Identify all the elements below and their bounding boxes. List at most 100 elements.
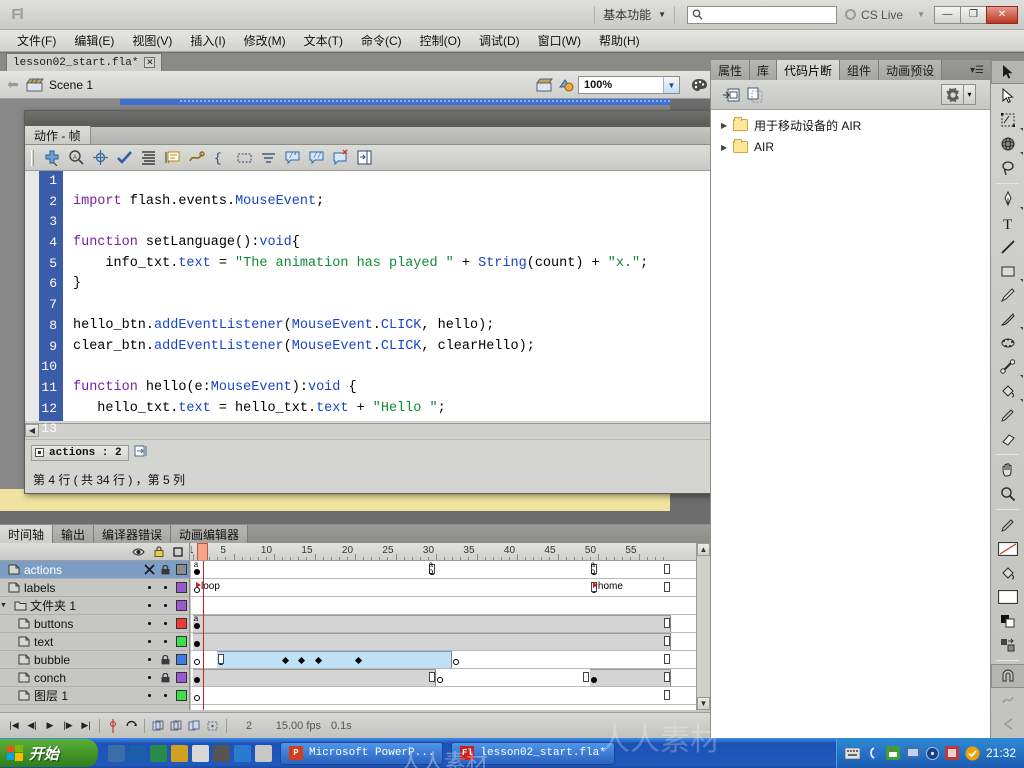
eraser-tool-icon[interactable]: [991, 427, 1024, 451]
pen-tool-icon[interactable]: [991, 187, 1024, 211]
right-dock-tab-0[interactable]: 属性: [711, 60, 751, 80]
end-frame-marker[interactable]: [663, 582, 670, 592]
selected-object-band[interactable]: [120, 99, 670, 105]
frame-rate-indicator[interactable]: 15.00 fps: [267, 720, 321, 732]
edit-scene-icon[interactable]: [534, 75, 556, 95]
tool-more-arrow-icon[interactable]: [1020, 207, 1023, 210]
show-code-hint-icon[interactable]: [160, 147, 184, 169]
rectangle-tool-icon[interactable]: [991, 259, 1024, 283]
frame-row-labels[interactable]: loop home: [191, 579, 696, 597]
layer-visible-toggle[interactable]: [141, 694, 157, 697]
toolbar-grip[interactable]: [31, 149, 34, 166]
layer-outline-color-swatch[interactable]: [173, 636, 189, 647]
back-arrow-icon[interactable]: ⬅: [0, 76, 26, 93]
timeline-tab-1[interactable]: 输出: [53, 525, 95, 543]
keyboard-icon[interactable]: [844, 747, 860, 759]
layer-name[interactable]: actions: [22, 563, 141, 577]
keyframe-marker[interactable]: [194, 677, 200, 683]
layer-locked-icon[interactable]: [157, 654, 173, 665]
camera-icon[interactable]: [213, 744, 230, 762]
frame-row-bubble[interactable]: [191, 651, 696, 669]
layer-outline-color-swatch[interactable]: [173, 672, 189, 683]
play-button[interactable]: ▶: [42, 717, 58, 735]
apply-line-comment-icon[interactable]: //: [304, 147, 328, 169]
frame-span[interactable]: [193, 633, 671, 650]
layer-locked-icon[interactable]: [157, 672, 173, 683]
layer-row-text[interactable]: text: [0, 633, 189, 651]
scroll-down-arrow-icon[interactable]: ▼: [697, 697, 710, 710]
outlook-icon[interactable]: [150, 744, 167, 762]
explorer-icon[interactable]: [171, 744, 188, 762]
layer-row-buttons[interactable]: buttons: [0, 615, 189, 633]
frame-span[interactable]: [589, 669, 671, 686]
apply-block-comment-icon[interactable]: /*: [280, 147, 304, 169]
layer-visible-toggle[interactable]: [141, 622, 157, 625]
layer-lock-toggle[interactable]: [157, 640, 173, 643]
close-button[interactable]: ✕: [986, 5, 1018, 24]
menu-item-3[interactable]: 插入(I): [181, 30, 234, 51]
frame-row-图层 1[interactable]: [191, 687, 696, 705]
ie-icon[interactable]: [108, 744, 125, 762]
keyframe-marker[interactable]: [453, 659, 460, 665]
panel-menu-icon[interactable]: ▾☰: [970, 65, 984, 76]
layer-outline-color-swatch[interactable]: [173, 654, 189, 665]
straighten-option-icon[interactable]: [991, 712, 1024, 736]
start-button[interactable]: 开始: [0, 739, 98, 767]
frame-row-text[interactable]: [191, 633, 696, 651]
add-item-icon[interactable]: [40, 147, 64, 169]
frame-row-conch[interactable]: [191, 669, 696, 687]
go-to-last-frame-button[interactable]: ▶|: [78, 717, 94, 735]
disc-icon[interactable]: [925, 746, 939, 760]
menu-item-1[interactable]: 编辑(E): [65, 30, 123, 51]
edit-multiple-frames-button[interactable]: [186, 717, 202, 735]
tool-more-arrow-icon[interactable]: [1020, 152, 1023, 155]
pencil-tool-icon[interactable]: [991, 283, 1024, 307]
end-frame-marker[interactable]: [663, 654, 670, 664]
frame-span[interactable]: [193, 669, 436, 686]
frame-row-buttons[interactable]: ao: [191, 615, 696, 633]
fill-color-icon[interactable]: [991, 561, 1024, 585]
menu-item-5[interactable]: 文本(T): [295, 30, 352, 51]
layer-name[interactable]: conch: [32, 671, 141, 685]
fill-color-swatch[interactable]: [991, 585, 1024, 609]
layer-lock-toggle[interactable]: [157, 586, 173, 589]
subselection-tool-icon[interactable]: [991, 84, 1024, 108]
layer-visible-toggle[interactable]: [141, 586, 157, 589]
scroll-up-arrow-icon[interactable]: ▲: [697, 543, 710, 556]
layer-outline-color-swatch[interactable]: [173, 600, 189, 611]
show-hide-toolbox-icon[interactable]: [352, 147, 376, 169]
timeline-vertical-scrollbar[interactable]: ▲ ▼: [696, 543, 710, 710]
frame-ruler[interactable]: 1510152025303540455055: [191, 543, 696, 561]
layer-lock-toggle[interactable]: [157, 694, 173, 697]
copy-to-clipboard-icon[interactable]: [743, 84, 767, 106]
layer-row-actions[interactable]: actions: [0, 561, 189, 579]
keyframe-marker[interactable]: [437, 677, 443, 683]
end-frame-marker[interactable]: [663, 636, 670, 646]
collapse-selection-icon[interactable]: [232, 147, 256, 169]
layer-outline-color-swatch[interactable]: [173, 690, 189, 701]
right-dock-tab-3[interactable]: 组件: [840, 60, 880, 80]
layer-visible-toggle[interactable]: [141, 676, 157, 679]
gear-icon[interactable]: [941, 84, 963, 105]
keyframe-marker[interactable]: [194, 695, 200, 701]
end-frame-marker[interactable]: [663, 564, 670, 574]
end-frame-marker[interactable]: [582, 672, 589, 682]
layer-outline-color-swatch[interactable]: [173, 564, 189, 575]
black-white-icon[interactable]: [991, 609, 1024, 633]
right-dock-tab-2[interactable]: 代码片断: [777, 60, 841, 80]
menu-item-4[interactable]: 修改(M): [235, 30, 295, 51]
code-snippets-tree[interactable]: ▶ 用于移动设备的 AIR ▶ AIR: [711, 110, 990, 738]
display-icon[interactable]: [905, 746, 920, 760]
layer-hidden-icon[interactable]: [141, 564, 157, 575]
right-dock-tab-4[interactable]: 动画预设: [879, 60, 943, 80]
frame-grid[interactable]: 1510152025303540455055 aoaoaoloophomeao: [191, 543, 696, 710]
layer-row-labels[interactable]: labels: [0, 579, 189, 597]
layer-outline-color-swatch[interactable]: [173, 618, 189, 629]
layer-name[interactable]: buttons: [32, 617, 141, 631]
layer-name[interactable]: bubble: [32, 653, 141, 667]
shield-icon[interactable]: [965, 746, 980, 761]
center-frame-button[interactable]: [105, 717, 121, 735]
insert-target-path-icon[interactable]: [88, 147, 112, 169]
timeline-tab-3[interactable]: 动画编辑器: [171, 525, 249, 543]
snippets-options-button[interactable]: ▾: [941, 84, 976, 105]
